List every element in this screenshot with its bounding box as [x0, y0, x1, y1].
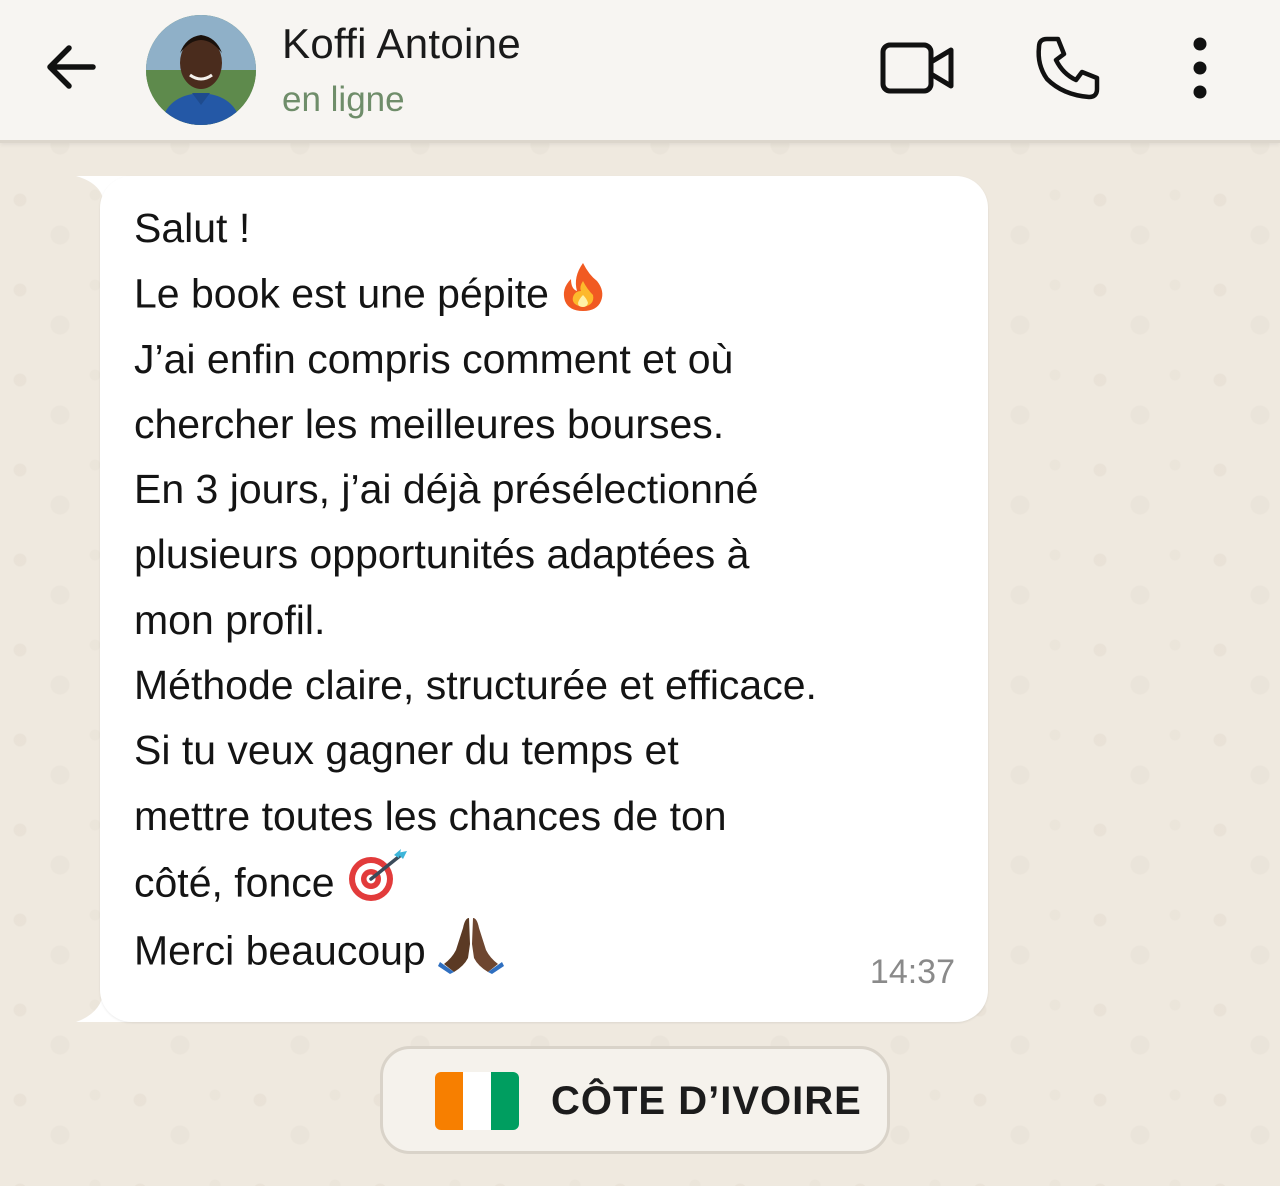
more-vertical-icon [1193, 37, 1207, 99]
message-text: Salut ! Le book est une pépite J’ai enfi… [134, 196, 964, 980]
message-bubble[interactable]: Salut ! Le book est une pépite J’ai enfi… [100, 176, 988, 1022]
phone-icon [1036, 36, 1100, 100]
back-button[interactable] [36, 32, 106, 102]
chat-header: Koffi Antoine en ligne [0, 0, 1280, 143]
fire-emoji-icon [561, 261, 605, 332]
contact-name[interactable]: Koffi Antoine [282, 20, 521, 68]
message-line: plusieurs opportunités adaptées à [134, 531, 750, 578]
target-emoji-icon [347, 848, 409, 922]
flag-stripe-white [463, 1072, 491, 1130]
contact-status: en ligne [282, 80, 405, 119]
flag-stripe-green [491, 1072, 519, 1130]
message-line: En 3 jours, j’ai déjà présélectionné [134, 466, 759, 513]
message-timestamp: 14:37 [869, 953, 955, 991]
voice-call-button[interactable] [1028, 28, 1108, 108]
video-call-button[interactable] [878, 28, 958, 108]
ivory-coast-flag-icon [435, 1072, 519, 1130]
message-line: mettre toutes les chances de ton [134, 792, 727, 839]
message-line: Salut ! [134, 205, 251, 251]
message-line: chercher les meilleures bourses. [134, 400, 725, 447]
message-line: J’ai enfin compris comment et où [134, 335, 734, 382]
country-chip[interactable]: CÔTE D’IVOIRE [380, 1046, 890, 1154]
message-line: côté, fonce [134, 848, 964, 914]
message-line: Méthode claire, structurée et efficace. [134, 662, 817, 709]
avatar[interactable] [146, 15, 256, 125]
message-line: Merci beaucoup [134, 914, 964, 979]
arrow-left-icon [47, 45, 96, 89]
flag-stripe-orange [435, 1072, 463, 1130]
message-line: Le book est une pépite [134, 261, 964, 326]
more-options-button[interactable] [1160, 28, 1240, 108]
avatar-image [146, 15, 256, 125]
message-line: mon profil. [134, 596, 326, 643]
praying-hands-emoji-icon [437, 914, 504, 993]
country-name: CÔTE D’IVOIRE [551, 1079, 862, 1123]
message-line: Si tu veux gagner du temps et [134, 727, 679, 774]
video-camera-icon [880, 42, 954, 94]
